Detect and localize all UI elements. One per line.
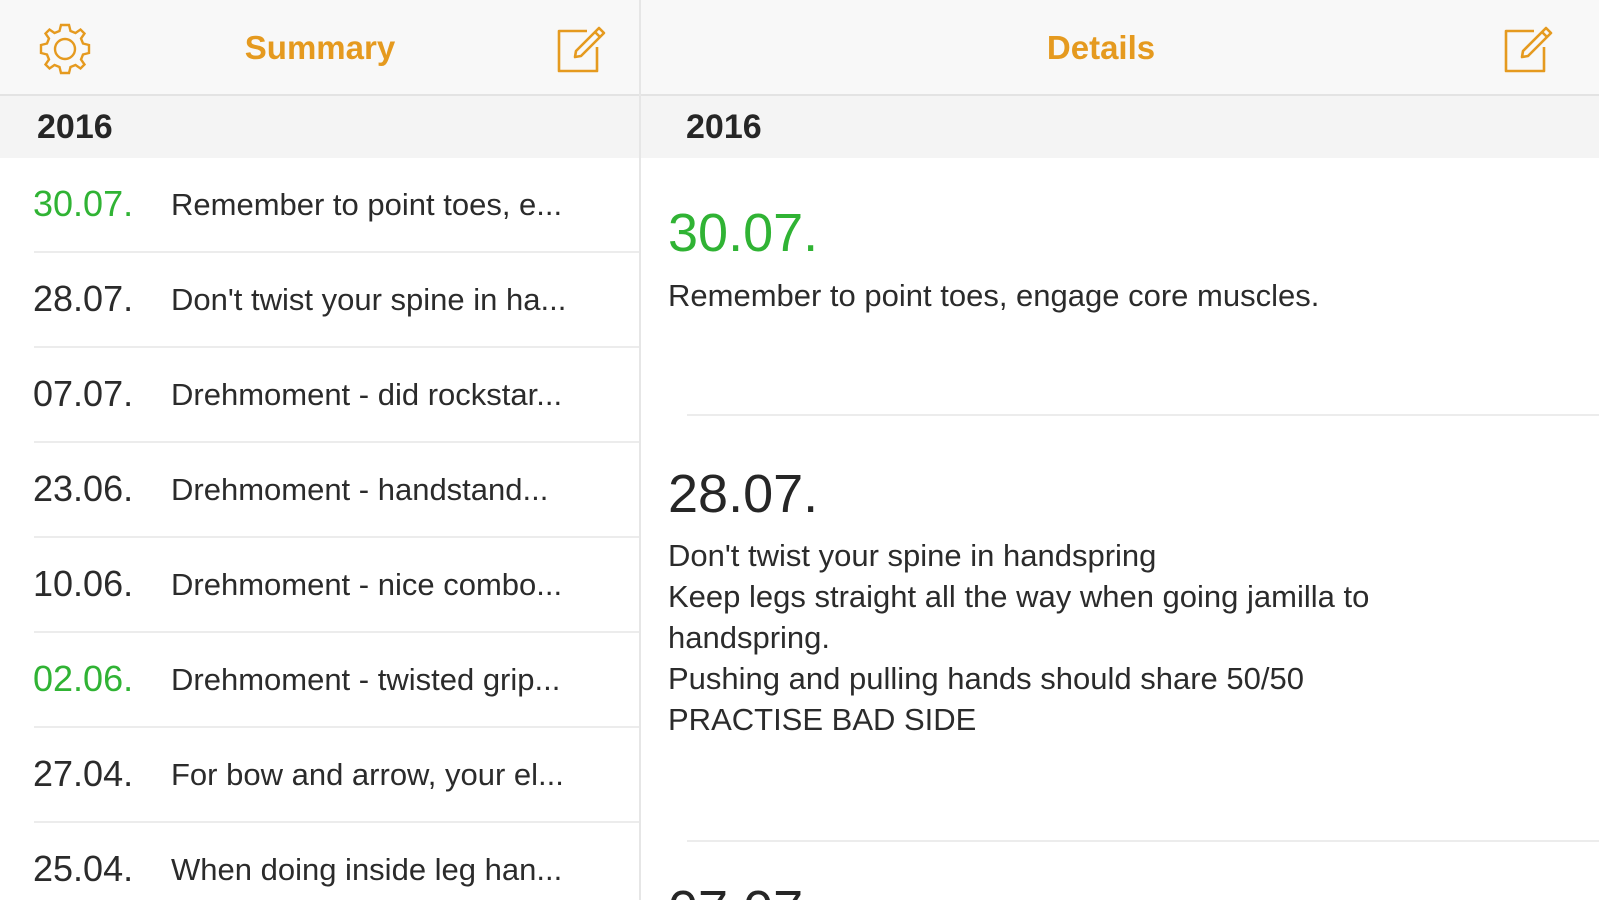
list-item[interactable]: 30.07. Remember to point toes, e... (0, 158, 639, 253)
entry-text: PRACTISE BAD SIDE (668, 702, 977, 737)
list-item[interactable]: 27.04. For bow and arrow, your el... (0, 728, 639, 823)
list-item-text: Drehmoment - nice combo... (171, 567, 563, 602)
compose-icon (557, 26, 606, 73)
list-item-text: For bow and arrow, your el... (171, 757, 564, 792)
entry-separator (687, 414, 1599, 416)
details-section-header: 2016 (641, 96, 1599, 158)
app: Summary 2016 30.07. Remember to point to… (0, 0, 1599, 900)
list-item-date: 23.06. (33, 468, 134, 509)
details-compose-button[interactable] (1497, 18, 1559, 80)
entry-date: 30.07. (668, 203, 819, 263)
summary-navbar: Summary (0, 0, 639, 96)
entry-date: 07.07. (668, 880, 1599, 900)
summary-title: Summary (244, 29, 396, 66)
detail-entry: 28.07. Don't twist your spine in handspr… (668, 464, 1599, 740)
list-item[interactable]: 23.06. Drehmoment - handstand... (0, 443, 639, 538)
list-item-date: 02.06. (33, 658, 134, 699)
entry-separator (687, 840, 1599, 842)
list-item-date: 30.07. (33, 183, 134, 224)
list-item[interactable]: 07.07. Drehmoment - did rockstar... (0, 348, 639, 443)
list-item-text: Drehmoment - twisted grip... (171, 662, 561, 697)
list-item-text: When doing inside leg han... (171, 852, 563, 887)
summary-list: 30.07. Remember to point toes, e... 28.0… (0, 158, 639, 900)
list-item[interactable]: 02.06. Drehmoment - twisted grip... (0, 633, 639, 728)
details-navbar: Details (641, 0, 1599, 96)
detail-entry: 07.07. (668, 880, 1599, 900)
list-item-text: Drehmoment - handstand... (171, 472, 549, 507)
list-item-text: Don't twist your spine in ha... (171, 282, 567, 317)
settings-button[interactable] (34, 18, 96, 80)
list-item-date: 27.04. (33, 753, 134, 794)
details-pane: Details 2016 30.07. Remember to point to… (641, 0, 1599, 900)
gear-icon (39, 23, 91, 75)
compose-button[interactable] (550, 18, 612, 80)
details-title: Details (1046, 29, 1156, 66)
detail-entry: 30.07. Remember to point toes, engage co… (668, 203, 1599, 316)
summary-pane: Summary 2016 30.07. Remember to point to… (0, 0, 641, 900)
list-item-text: Remember to point toes, e... (171, 187, 563, 222)
list-item-date: 25.04. (33, 848, 134, 889)
list-item[interactable]: 10.06. Drehmoment - nice combo... (0, 538, 639, 633)
compose-icon (1504, 26, 1553, 73)
entry-text: Remember to point toes, engage core musc… (668, 278, 1320, 313)
list-item-text: Drehmoment - did rockstar... (171, 377, 563, 412)
list-item[interactable]: 28.07. Don't twist your spine in ha... (0, 253, 639, 348)
entry-text: Keep legs straight all the way when goin… (668, 579, 1370, 614)
list-item-date: 07.07. (33, 373, 134, 414)
entry-text: handspring. (668, 620, 831, 655)
summary-section-header: 2016 (0, 96, 639, 158)
entry-text: Pushing and pulling hands should share 5… (668, 661, 1304, 696)
entry-text: Don't twist your spine in handspring (668, 538, 1157, 573)
list-item[interactable]: 25.04. When doing inside leg han... (0, 823, 639, 900)
list-item-date: 28.07. (33, 278, 134, 319)
entry-date: 28.07. (668, 464, 819, 524)
list-item-date: 10.06. (33, 563, 134, 604)
